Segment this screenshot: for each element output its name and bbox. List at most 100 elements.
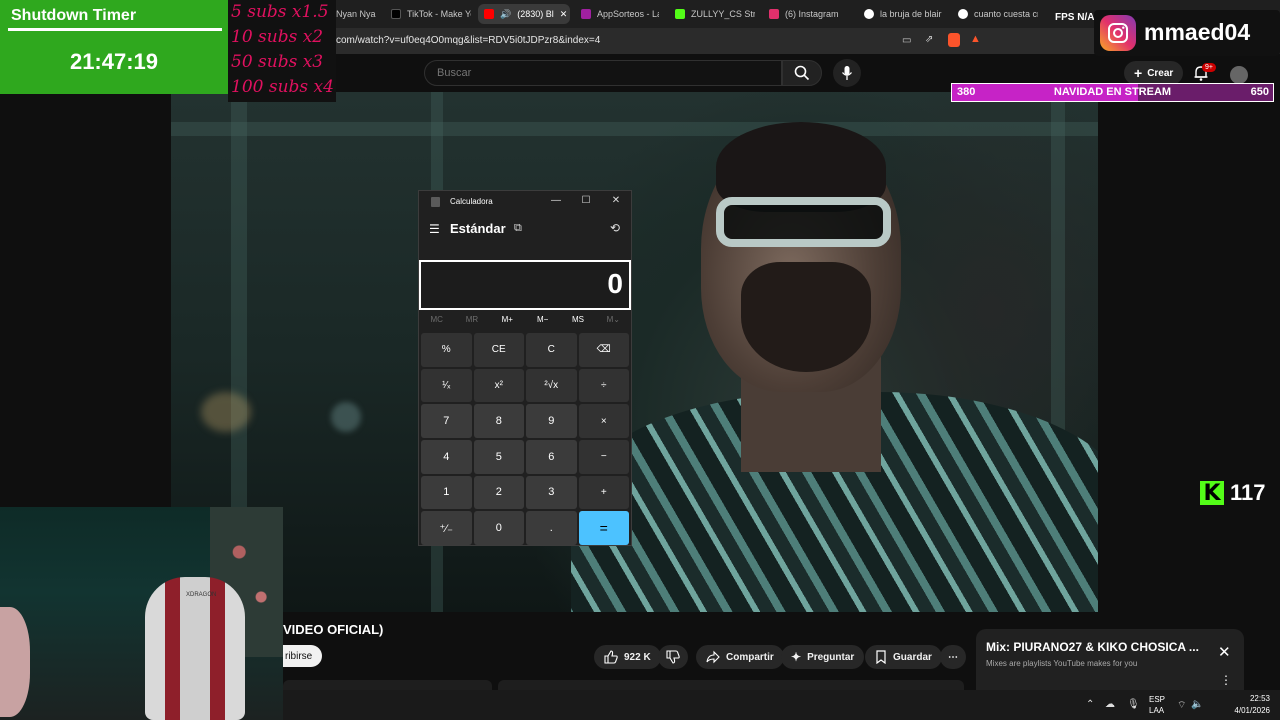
share-icon[interactable]: ⇗: [925, 34, 933, 45]
digit-8-button[interactable]: 8: [473, 404, 524, 438]
calculator-titlebar[interactable]: Calculadora — ☐ ✕: [419, 191, 631, 213]
more-actions-button[interactable]: ⋯: [940, 645, 966, 669]
digit-6-button[interactable]: 6: [526, 440, 577, 474]
tab-label: (6) Instagram: [785, 9, 839, 19]
digit-9-button[interactable]: 9: [526, 404, 577, 438]
clock-date[interactable]: 4/01/2026: [1213, 706, 1270, 715]
input-language[interactable]: ESP: [1149, 695, 1165, 704]
clock-time[interactable]: 22:53: [1230, 694, 1270, 703]
mix-playlist-panel[interactable]: Mix: PIURANO27 & KIKO CHOSICA ... Mixes …: [976, 629, 1244, 691]
digit-2-button[interactable]: 2: [473, 475, 524, 510]
clear-button[interactable]: C: [526, 333, 577, 367]
percent-button[interactable]: %: [421, 333, 472, 367]
create-button[interactable]: + Crear: [1124, 61, 1184, 85]
network-app-icon[interactable]: ☁: [1105, 699, 1115, 710]
bookmark-icon: [876, 650, 886, 664]
tab-cuanto[interactable]: cuanto cuesta cr: [958, 4, 1038, 24]
search-button[interactable]: [782, 60, 822, 86]
history-icon[interactable]: ⟲: [610, 221, 620, 235]
maximize-icon[interactable]: ☐: [579, 195, 593, 206]
close-icon[interactable]: ✕: [609, 195, 623, 206]
calculator-keypad: % CE C ⌫ ¹⁄ₓ x² ²√x ÷ 7 8 9 × 4 5 6 − 1 …: [421, 333, 629, 545]
sparkle-icon: ✦: [791, 650, 802, 664]
negate-button[interactable]: ⁺⁄₋: [421, 511, 472, 545]
decimal-button[interactable]: .: [526, 511, 577, 545]
equals-button[interactable]: =: [578, 511, 629, 545]
tab-tiktok[interactable]: TikTok - Make Yo: [391, 4, 471, 24]
voice-search-button[interactable]: [833, 59, 861, 87]
description-card[interactable]: [283, 680, 492, 690]
instagram-icon: [769, 9, 779, 19]
search-icon: [794, 65, 810, 81]
mix-title[interactable]: Mix: PIURANO27 & KIKO CHOSICA ...: [986, 640, 1206, 654]
ask-button[interactable]: ✦ Preguntar: [781, 645, 865, 669]
tab-bruja[interactable]: la bruja de blair: [864, 4, 942, 24]
digit-3-button[interactable]: 3: [526, 475, 577, 510]
clear-entry-button[interactable]: CE: [473, 333, 524, 367]
memory-row: MC MR M+ M− MS M⌄: [419, 315, 631, 329]
url-text[interactable]: com/watch?v=uf0eq4O0mqg&list=RDV5i0tJDPz…: [336, 35, 600, 46]
microphone-icon: [841, 66, 853, 80]
wifi-icon[interactable]: ⌔: [1177, 699, 1186, 712]
volume-icon[interactable]: 🔈: [1191, 699, 1203, 710]
memory-recall-button[interactable]: MR: [454, 315, 489, 329]
comment-card[interactable]: [498, 680, 964, 690]
subs-goal: 10 subs x2: [231, 27, 324, 47]
digit-4-button[interactable]: 4: [421, 440, 472, 474]
save-label: Guardar: [893, 651, 932, 663]
subscribe-button[interactable]: ribirse: [283, 645, 323, 667]
digit-1-button[interactable]: 1: [421, 475, 472, 510]
divide-button[interactable]: ÷: [578, 368, 629, 403]
christmas-goal-bar: 380 NAVIDAD EN STREAM 650: [951, 83, 1274, 102]
chevron-up-icon[interactable]: ⌃: [1086, 699, 1094, 710]
like-count: 922 K: [624, 651, 651, 663]
cast-icon[interactable]: ▭: [902, 35, 911, 46]
backspace-button[interactable]: ⌫: [578, 333, 629, 367]
tab-instagram[interactable]: (6) Instagram: [769, 4, 849, 24]
multiply-button[interactable]: ×: [578, 404, 629, 438]
create-label: Crear: [1147, 67, 1174, 79]
more-vertical-icon[interactable]: ⋮: [1220, 673, 1232, 687]
share-label: Compartir: [726, 651, 774, 663]
thumbs-down-icon: [666, 650, 680, 664]
memory-add-button[interactable]: M+: [490, 315, 525, 329]
fps-counter: FPS N/A: [1055, 12, 1095, 23]
user-avatar[interactable]: [1230, 66, 1248, 84]
reciprocal-button[interactable]: ¹⁄ₓ: [421, 368, 472, 403]
hamburger-menu-icon[interactable]: ☰: [429, 222, 440, 236]
calculator-window[interactable]: Calculadora — ☐ ✕ ☰ Estándar ⧉ ⟲ 0 MC MR…: [418, 190, 632, 546]
digit-5-button[interactable]: 5: [473, 440, 524, 474]
microphone-icon[interactable]: 🎙: [1127, 699, 1140, 710]
memory-list-button[interactable]: M⌄: [596, 315, 631, 329]
search-input[interactable]: [425, 61, 781, 85]
square-button[interactable]: x²: [473, 368, 524, 403]
memory-clear-button[interactable]: MC: [419, 315, 454, 329]
digit-0-button[interactable]: 0: [473, 511, 524, 545]
save-button[interactable]: Guardar: [865, 645, 942, 669]
share-button[interactable]: Compartir: [696, 645, 784, 669]
memory-store-button[interactable]: MS: [560, 315, 595, 329]
keyboard-layout[interactable]: LAA: [1149, 706, 1164, 715]
plus-button[interactable]: +: [578, 475, 629, 510]
brave-rewards-icon[interactable]: ▲: [970, 33, 984, 47]
square-root-button[interactable]: ²√x: [526, 368, 577, 403]
tab-youtube-active[interactable]: 🔊 (2830) Bl ✕: [478, 4, 570, 24]
close-icon[interactable]: ✕: [560, 9, 568, 20]
search-box[interactable]: [424, 60, 782, 86]
minus-button[interactable]: −: [578, 440, 629, 474]
goal-target: 650: [1250, 86, 1269, 98]
dislike-button[interactable]: [658, 645, 688, 669]
minimize-icon[interactable]: —: [549, 195, 563, 206]
tab-appsorteos[interactable]: AppSorteos - La: [581, 4, 659, 24]
tab-kick[interactable]: ZULLYY_CS Strea: [675, 4, 755, 24]
memory-subtract-button[interactable]: M−: [525, 315, 560, 329]
digit-7-button[interactable]: 7: [421, 404, 472, 438]
sunglasses: [716, 197, 891, 247]
keep-on-top-icon[interactable]: ⧉: [514, 222, 522, 235]
brave-shield-icon[interactable]: [948, 33, 960, 47]
tab-label: cuanto cuesta cr: [974, 9, 1038, 19]
tab-nyan[interactable]: Nyan Nya: [336, 4, 380, 24]
video-player[interactable]: [171, 92, 1098, 612]
close-icon[interactable]: ✕: [1218, 643, 1231, 661]
like-button[interactable]: 922 K: [594, 645, 661, 669]
